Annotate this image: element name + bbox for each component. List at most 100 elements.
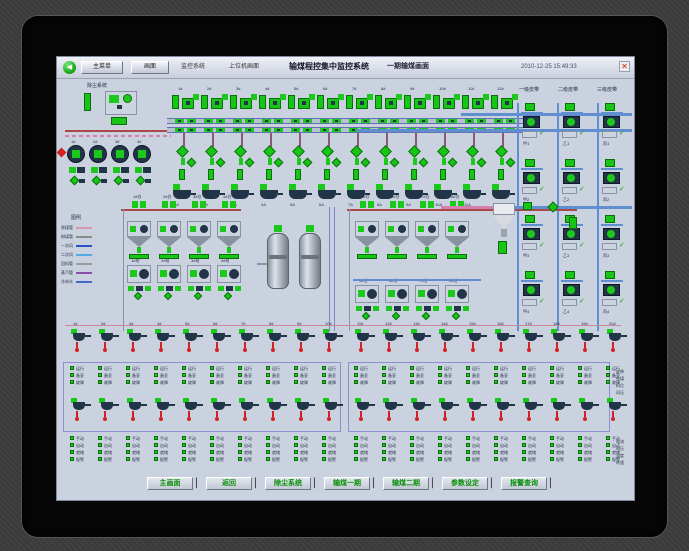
belt-valve[interactable] xyxy=(525,215,535,223)
feeder-out-valve[interactable] xyxy=(421,311,431,321)
drop-valve[interactable] xyxy=(408,145,421,158)
hopper-stem-valve[interactable] xyxy=(455,247,459,253)
branch-valve[interactable] xyxy=(360,157,371,168)
drop-valve[interactable] xyxy=(495,145,508,158)
feeder-out-valve[interactable] xyxy=(451,311,461,321)
gate-valve[interactable] xyxy=(411,169,417,180)
feeder-out-c[interactable] xyxy=(433,306,439,311)
hopper-stem-valve[interactable] xyxy=(137,247,141,253)
feeder-out-a[interactable] xyxy=(356,306,362,311)
drive-body[interactable] xyxy=(213,333,225,341)
hopper-inlet-valve-a[interactable] xyxy=(192,201,198,208)
nav-button[interactable]: 报警查询 xyxy=(501,477,547,490)
feeder-out-a[interactable] xyxy=(446,306,452,311)
nav-button[interactable]: 输煤一期 xyxy=(324,477,370,490)
drive-body[interactable] xyxy=(553,402,565,410)
feeder-valve-top[interactable] xyxy=(346,95,353,109)
nav-button[interactable]: 参数设定 xyxy=(442,477,488,490)
feeder-valve-top[interactable] xyxy=(462,95,469,109)
close-icon[interactable]: ✕ xyxy=(619,61,630,72)
drive-body[interactable] xyxy=(357,333,369,341)
tank-top-valve[interactable] xyxy=(306,225,314,232)
drive-body[interactable] xyxy=(525,402,537,410)
drop-valve[interactable] xyxy=(466,145,479,158)
feeder-valve-top[interactable] xyxy=(230,95,237,109)
drive-body[interactable] xyxy=(73,333,85,341)
drive-body[interactable] xyxy=(441,402,453,410)
feeder-out-a[interactable] xyxy=(386,306,392,311)
feeder-valve-top[interactable] xyxy=(317,95,324,109)
drop-valve[interactable] xyxy=(437,145,450,158)
drive-body[interactable] xyxy=(581,402,593,410)
drive-body[interactable] xyxy=(385,402,397,410)
hopper-gate[interactable] xyxy=(357,254,377,259)
branch-valve[interactable] xyxy=(244,157,255,168)
belt-valve[interactable] xyxy=(565,103,575,111)
feeder-valve-top[interactable] xyxy=(404,95,411,109)
feeder-valve-top[interactable] xyxy=(375,95,382,109)
fan-valve-b[interactable] xyxy=(113,175,124,186)
branch-valve[interactable] xyxy=(302,157,313,168)
drive-body[interactable] xyxy=(609,333,621,341)
hopper-inlet-valve-a[interactable] xyxy=(390,201,396,208)
belt-valve[interactable] xyxy=(525,159,535,167)
drive-body[interactable] xyxy=(581,333,593,341)
feeder-valve-top[interactable] xyxy=(201,95,208,109)
gate-valve[interactable] xyxy=(208,169,214,180)
feeder-out-valve[interactable] xyxy=(223,291,233,301)
drive-body[interactable] xyxy=(129,333,141,341)
feeder-out-c[interactable] xyxy=(145,286,151,291)
hopper-inlet-valve-b[interactable] xyxy=(428,201,434,208)
hopper-inlet-valve-b[interactable] xyxy=(140,201,146,208)
dust-outlet-valve[interactable] xyxy=(111,117,127,125)
feeder-out-a[interactable] xyxy=(188,286,194,291)
drive-body[interactable] xyxy=(497,333,509,341)
hopper-stem-valve[interactable] xyxy=(395,247,399,253)
gate-valve[interactable] xyxy=(469,169,475,180)
hopper-gate[interactable] xyxy=(387,254,407,259)
gate-valve[interactable] xyxy=(295,169,301,180)
drive-body[interactable] xyxy=(241,402,253,410)
hopper-inlet-valve-b[interactable] xyxy=(398,201,404,208)
drive-body[interactable] xyxy=(441,333,453,341)
drive-body[interactable] xyxy=(101,402,113,410)
drive-body[interactable] xyxy=(469,402,481,410)
feeder-out-valve[interactable] xyxy=(391,311,401,321)
hopper-inlet-valve-b[interactable] xyxy=(170,201,176,208)
drive-body[interactable] xyxy=(525,333,537,341)
feeder-out-valve[interactable] xyxy=(361,311,371,321)
gate-valve[interactable] xyxy=(353,169,359,180)
menu-button[interactable]: 主菜单 xyxy=(81,61,123,74)
fan-valve-a[interactable] xyxy=(69,167,76,173)
feeder-out-c[interactable] xyxy=(175,286,181,291)
tank-top-valve[interactable] xyxy=(274,225,282,232)
branch-valve[interactable] xyxy=(331,157,342,168)
nav-button[interactable]: 主画面 xyxy=(147,477,193,490)
drop-valve[interactable] xyxy=(234,145,247,158)
fan-valve-b[interactable] xyxy=(69,175,80,186)
hopper-inlet-valve-a[interactable] xyxy=(132,201,138,208)
drive-body[interactable] xyxy=(297,333,309,341)
hopper-stem-valve[interactable] xyxy=(167,247,171,253)
branch-valve[interactable] xyxy=(418,157,429,168)
feeder-out-c[interactable] xyxy=(403,306,409,311)
feeder-out-c[interactable] xyxy=(205,286,211,291)
cyclone-discharge[interactable] xyxy=(498,241,507,254)
drive-body[interactable] xyxy=(101,333,113,341)
screen-button[interactable]: 画面 xyxy=(131,61,169,74)
drive-body[interactable] xyxy=(213,402,225,410)
hopper-inlet-valve-a[interactable] xyxy=(162,201,168,208)
fan-valve-a[interactable] xyxy=(113,167,120,173)
gate-valve[interactable] xyxy=(498,169,504,180)
hopper-inlet-valve-b[interactable] xyxy=(368,201,374,208)
drop-valve[interactable] xyxy=(205,145,218,158)
feeder-out-a[interactable] xyxy=(218,286,224,291)
belt-valve[interactable] xyxy=(525,271,535,279)
drive-body[interactable] xyxy=(297,402,309,410)
belt-valve[interactable] xyxy=(525,103,535,111)
drive-body[interactable] xyxy=(497,402,509,410)
drive-body[interactable] xyxy=(413,402,425,410)
hopper-gate[interactable] xyxy=(417,254,437,259)
fan-valve-a[interactable] xyxy=(135,167,142,173)
hopper-stem-valve[interactable] xyxy=(197,247,201,253)
